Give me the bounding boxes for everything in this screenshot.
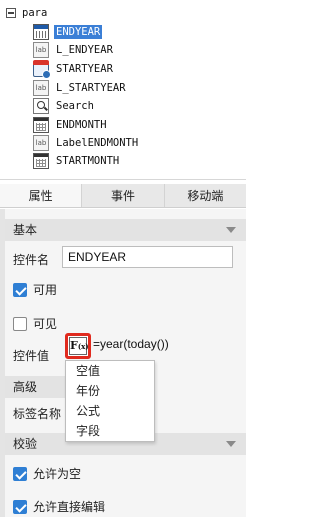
collapse-arrow-icon[interactable] — [226, 441, 236, 447]
dropdown-option-formula[interactable]: 公式 — [66, 401, 154, 421]
tab-events[interactable]: 事件 — [82, 184, 165, 207]
tree-item-l-startyear[interactable]: lab L_STARTYEAR — [33, 78, 128, 97]
allow-direct-edit-label: 允许直接编辑 — [33, 500, 106, 514]
section-validate-title: 校验 — [13, 437, 38, 451]
calendar-icon — [33, 23, 49, 40]
section-basic-title: 基本 — [13, 223, 38, 237]
allow-direct-edit-checkbox[interactable] — [13, 499, 27, 514]
tree-item-label: LabelENDMONTH — [56, 136, 139, 149]
allow-empty-label: 允许为空 — [33, 467, 82, 481]
visible-checkbox[interactable] — [13, 316, 27, 331]
tree-item-label: L_STARTYEAR — [56, 81, 126, 94]
tree-item-labelendmonth[interactable]: lab LabelENDMONTH — [33, 133, 140, 152]
enabled-checkbox[interactable] — [13, 282, 27, 297]
value-type-dropdown: 空值 年份 公式 字段 — [65, 360, 155, 442]
collapse-arrow-icon[interactable] — [226, 227, 236, 233]
allow-empty-checkbox-row[interactable]: 允许为空 — [13, 465, 81, 482]
tree-item-endmonth[interactable]: ENDMONTH — [33, 115, 109, 134]
tag-name-label: 标签名称 — [13, 407, 62, 421]
search-icon — [33, 97, 49, 114]
tree-item-label: ENDMONTH — [56, 118, 107, 131]
label-icon: lab — [33, 41, 49, 58]
collapse-icon[interactable] — [6, 7, 16, 18]
tree-item-label: L_ENDYEAR — [56, 43, 113, 56]
tree-item-label: Search — [56, 99, 94, 112]
date-icon — [33, 59, 51, 79]
formula-sub: (x) — [77, 342, 89, 351]
visible-checkbox-row[interactable]: 可见 — [13, 315, 57, 332]
allow-empty-checkbox[interactable] — [13, 466, 27, 481]
dropdown-option-field[interactable]: 字段 — [66, 421, 154, 441]
formula-button[interactable]: F(x) — [65, 333, 91, 359]
month-icon — [33, 116, 49, 133]
widget-name-field[interactable]: ENDYEAR — [62, 246, 233, 268]
label-icon: lab — [33, 79, 49, 96]
dropdown-option-year[interactable]: 年份 — [66, 381, 154, 401]
formula-icon: F(x) — [69, 337, 89, 355]
tree-root[interactable]: para — [6, 3, 49, 22]
section-advanced[interactable]: 高级 — [5, 376, 65, 398]
formula-value[interactable]: =year(today()) — [93, 337, 169, 351]
tab-mobile[interactable]: 移动端 — [165, 184, 246, 207]
properties-panel: 基本 控件名 ENDYEAR 可用 可见 控件值 F(x) =year(toda… — [0, 209, 246, 517]
section-basic[interactable]: 基本 — [5, 219, 246, 241]
dropdown-option-empty[interactable]: 空值 — [66, 361, 154, 381]
month-icon — [33, 152, 49, 169]
enabled-label: 可用 — [33, 283, 58, 297]
tab-properties[interactable]: 属性 — [0, 184, 83, 207]
tree-item-l-endyear[interactable]: lab L_ENDYEAR — [33, 40, 115, 59]
tree-item-label: ENDYEAR — [54, 24, 103, 39]
tree-item-label: STARTYEAR — [56, 62, 113, 75]
widget-tree: para ENDYEAR lab L_ENDYEAR STARTYEAR lab… — [0, 0, 246, 180]
widget-name-label: 控件名 — [13, 253, 50, 267]
tree-item-startmonth[interactable]: STARTMONTH — [33, 151, 121, 170]
tree-item-endyear[interactable]: ENDYEAR — [33, 22, 103, 41]
allow-direct-edit-checkbox-row[interactable]: 允许直接编辑 — [13, 498, 105, 515]
widget-value-label: 控件值 — [13, 349, 50, 363]
label-icon: lab — [33, 134, 49, 151]
tree-item-startyear[interactable]: STARTYEAR — [33, 59, 115, 79]
enabled-checkbox-row[interactable]: 可用 — [13, 281, 57, 298]
tree-item-search[interactable]: Search — [33, 96, 96, 115]
tree-root-label: para — [22, 6, 48, 19]
property-tabs: 属性 事件 移动端 — [0, 184, 246, 208]
tree-item-label: STARTMONTH — [56, 154, 120, 167]
formula-glyph: F — [70, 339, 78, 352]
visible-label: 可见 — [33, 317, 58, 331]
section-advanced-title: 高级 — [13, 380, 38, 394]
